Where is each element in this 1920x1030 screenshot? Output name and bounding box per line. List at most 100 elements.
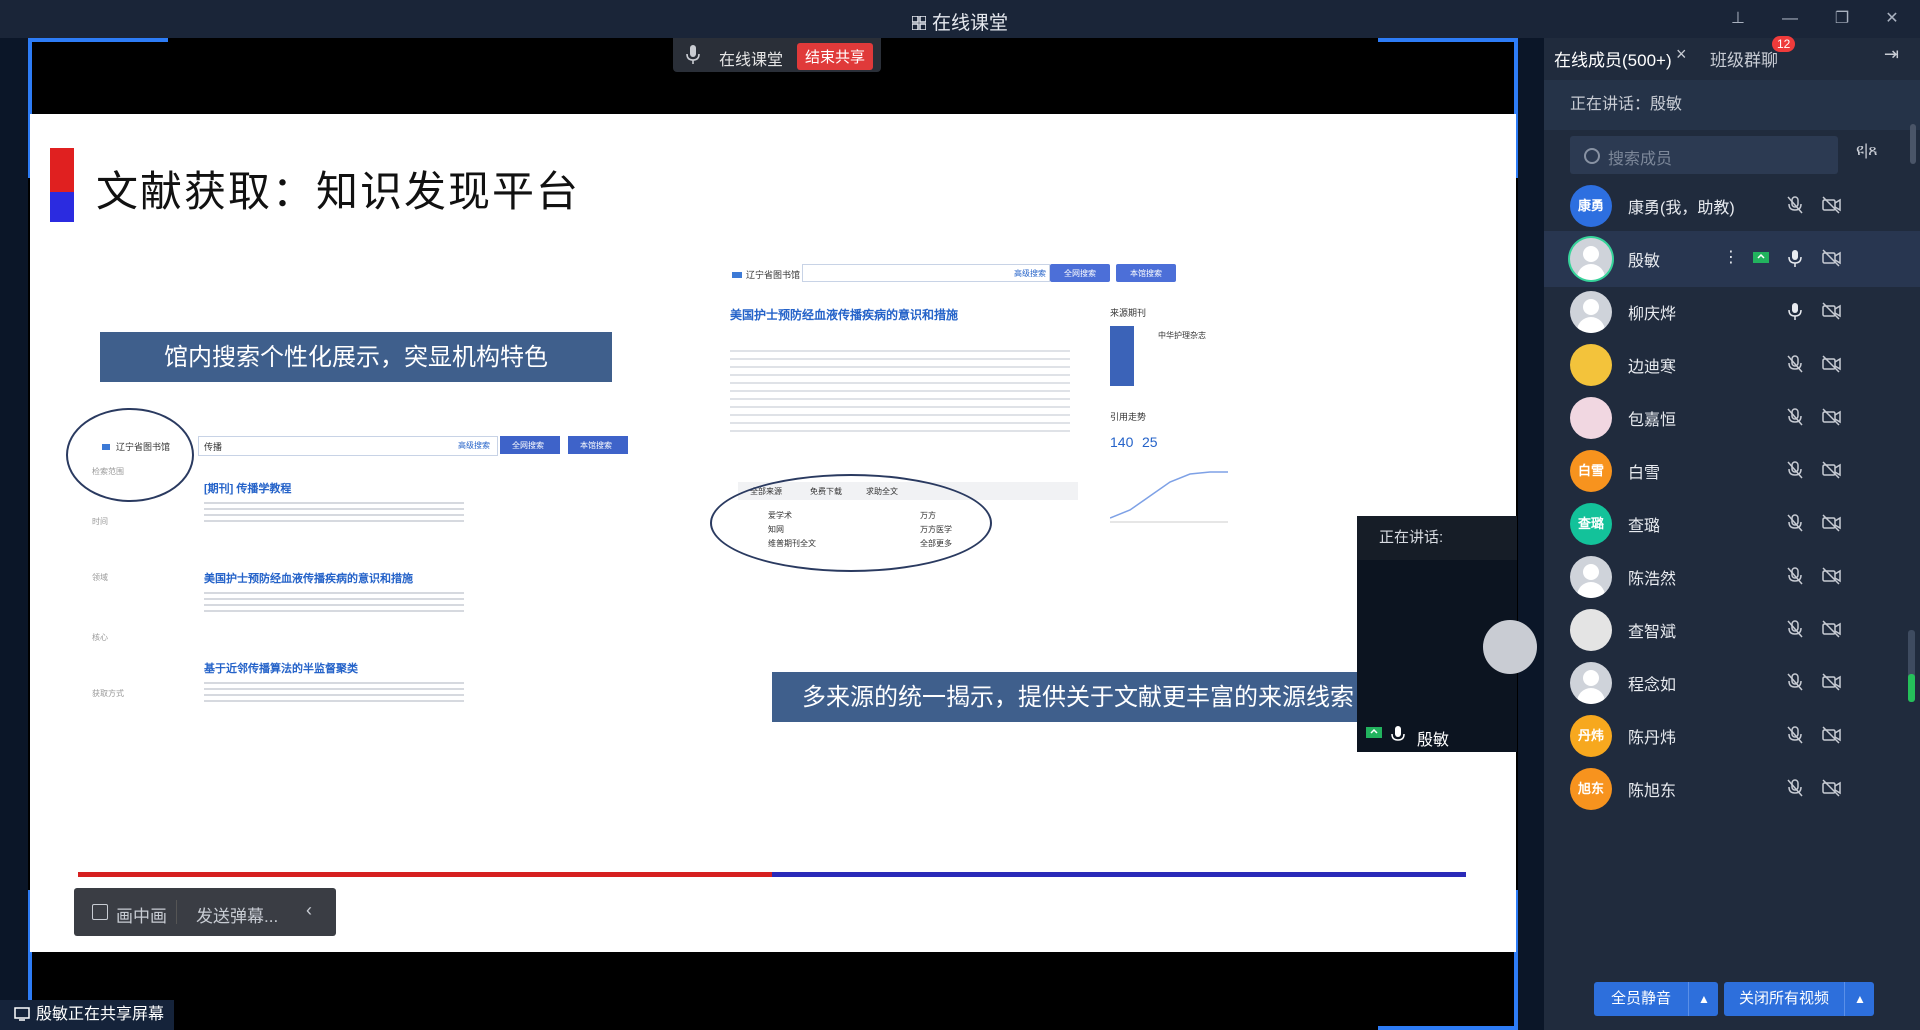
volume-level-fill (1908, 674, 1915, 702)
slide-title: 文献获取：知识发现平台 (96, 167, 581, 216)
avatar: 旭东 (1570, 768, 1612, 810)
member-row[interactable]: 康勇 康勇(我，助教) (1544, 178, 1920, 234)
member-row[interactable]: 程念如 (1544, 655, 1920, 711)
pin-icon[interactable]: ⊥ (1724, 6, 1752, 32)
member-search-placeholder[interactable]: 搜索成员 (1608, 145, 1672, 169)
member-row[interactable]: 边迪寒 (1544, 337, 1920, 393)
member-row[interactable]: 包嘉恒 (1544, 390, 1920, 446)
advanced-search-link-2: 高级搜索 (1014, 269, 1046, 278)
member-row[interactable]: 陈浩然 (1544, 549, 1920, 605)
avatar (1570, 344, 1612, 386)
avatar (1570, 556, 1612, 598)
camera-off-icon[interactable] (1820, 565, 1842, 587)
microphone-muted-icon[interactable] (1784, 671, 1806, 693)
microphone-muted-icon[interactable] (1784, 459, 1806, 481)
microphone-muted-icon[interactable] (1784, 777, 1806, 799)
member-name: 柳庆烨 (1628, 306, 1677, 323)
local-search-btn-2: 本馆搜索 (1116, 264, 1176, 282)
result-title-1: [期刊] 传播学教程 (204, 483, 292, 495)
result-snippet-2 (204, 588, 464, 614)
microphone-icon (1391, 726, 1405, 741)
speaker-video-window[interactable]: 正在讲话: 殷敏 (1357, 516, 1537, 752)
camera-off-icon[interactable] (1820, 300, 1842, 322)
member-row[interactable]: 殷敏 ⋮ (1544, 231, 1920, 287)
microphone-muted-icon[interactable] (1784, 724, 1806, 746)
mute-all-dropdown-icon[interactable]: ▲ (1688, 982, 1719, 1016)
speaker-footer: 殷敏 (1357, 720, 1517, 750)
member-row[interactable]: 查璐 查璐 (1544, 496, 1920, 552)
microphone-icon[interactable] (685, 44, 701, 66)
member-name: 陈旭东 (1628, 783, 1677, 800)
microphone-icon[interactable] (1784, 247, 1806, 269)
member-row[interactable]: 旭东 陈旭东 (1544, 761, 1920, 817)
journal-name: 中华护理杂志 (1158, 331, 1206, 340)
restore-button[interactable]: ❐ (1828, 6, 1856, 32)
stop-sharing-button[interactable]: 结束共享 (797, 43, 874, 70)
advanced-search-link: 高级搜索 (458, 441, 490, 450)
microphone-muted-icon[interactable] (1784, 565, 1806, 587)
avatar (1570, 662, 1612, 704)
microphone-muted-icon[interactable] (1784, 406, 1806, 428)
panel-scrollbar[interactable] (1910, 124, 1916, 164)
camera-off-icon[interactable] (1820, 353, 1842, 375)
facet-field: 领域 (92, 573, 108, 582)
cite-trend-chart (1110, 471, 1228, 523)
camera-off-icon[interactable] (1820, 406, 1842, 428)
library-name-2: 辽宁省图书馆 (746, 270, 801, 280)
member-filter-icon[interactable]: ዩ|ጸ (1856, 142, 1878, 160)
current-speaker-bar: 正在讲话：殷敏 (1544, 80, 1920, 130)
camera-off-icon[interactable] (1820, 512, 1842, 534)
member-name: 程念如 (1628, 677, 1677, 694)
camera-off-icon[interactable] (1820, 724, 1842, 746)
camera-off-icon[interactable] (1820, 777, 1842, 799)
close-all-video-button[interactable]: 关闭所有视频 ▲ (1724, 982, 1874, 1016)
close-all-video-dropdown-icon[interactable]: ▲ (1844, 982, 1875, 1016)
collapse-panel-icon[interactable]: ⇥ (1884, 44, 1899, 65)
chevron-left-icon[interactable]: ‹ (306, 900, 312, 921)
close-tab-icon[interactable]: × (1676, 44, 1687, 65)
member-name: 康勇(我，助教) (1628, 200, 1735, 217)
avatar: 查璐 (1570, 503, 1612, 545)
camera-off-icon[interactable] (1820, 618, 1842, 640)
speaker-header: 正在讲话: (1357, 516, 1517, 560)
microphone-icon[interactable] (1784, 300, 1806, 322)
close-button[interactable]: ✕ (1878, 6, 1906, 32)
mute-all-label[interactable]: 全员静音 (1594, 982, 1688, 1016)
article-title: 美国护士预防经血液传播疾病的意识和措施 (730, 308, 959, 322)
member-search[interactable]: 搜索成员 (1570, 136, 1838, 174)
members-panel: 在线成员(500+) × 班级群聊 12 ⇥ 正在讲话：殷敏 搜索成员 ዩ|ጸ … (1544, 36, 1920, 1030)
more-options-icon[interactable]: ⋮ (1720, 247, 1742, 269)
pip-checkbox[interactable] (92, 904, 108, 920)
cite-trend-label: 引用走势 (1110, 412, 1147, 422)
microphone-muted-icon[interactable] (1784, 618, 1806, 640)
member-row[interactable]: 白雪 白雪 (1544, 443, 1920, 499)
minimize-button[interactable]: — (1776, 6, 1804, 32)
close-all-video-label[interactable]: 关闭所有视频 (1724, 982, 1844, 1016)
result-title-3: 基于近邻传播算法的半监督聚类 (204, 663, 358, 675)
tab-online-members[interactable]: 在线成员(500+) (1554, 46, 1672, 71)
result-title-2: 美国护士预防经血液传播疾病的意识和措施 (204, 573, 413, 585)
sharing-status-text: 殷敏正在共享屏幕 (36, 1006, 165, 1023)
speaker-video (1483, 620, 1537, 674)
camera-off-icon[interactable] (1820, 194, 1842, 216)
title-marker-red (50, 148, 74, 192)
member-row[interactable]: 柳庆烨 (1544, 284, 1920, 340)
sharing-status-bar: 殷敏正在共享屏幕 (0, 1000, 174, 1030)
member-row[interactable]: 丹炜 陈丹炜 (1544, 708, 1920, 764)
presentation-slide: 文献获取：知识发现平台 馆内搜索个性化展示，突显机构特色 辽宁省图书馆 传播 高… (30, 114, 1516, 952)
camera-off-icon[interactable] (1820, 459, 1842, 481)
journal-cover (1110, 326, 1134, 386)
member-row[interactable]: 查智斌 (1544, 602, 1920, 658)
camera-off-icon[interactable] (1820, 671, 1842, 693)
slide-bottom-line (78, 872, 1466, 877)
danmu-input[interactable]: 发送弹幕... (196, 902, 278, 927)
microphone-muted-icon[interactable] (1784, 353, 1806, 375)
microphone-muted-icon[interactable] (1784, 512, 1806, 534)
window-title: 在线课堂 (0, 8, 1920, 35)
camera-off-icon[interactable] (1820, 247, 1842, 269)
pip-label[interactable]: 画中画 (116, 902, 167, 927)
mute-all-button[interactable]: 全员静音 ▲ (1594, 982, 1718, 1016)
microphone-muted-icon[interactable] (1784, 194, 1806, 216)
avatar (1570, 609, 1612, 651)
tab-class-chat[interactable]: 班级群聊 (1710, 46, 1778, 71)
